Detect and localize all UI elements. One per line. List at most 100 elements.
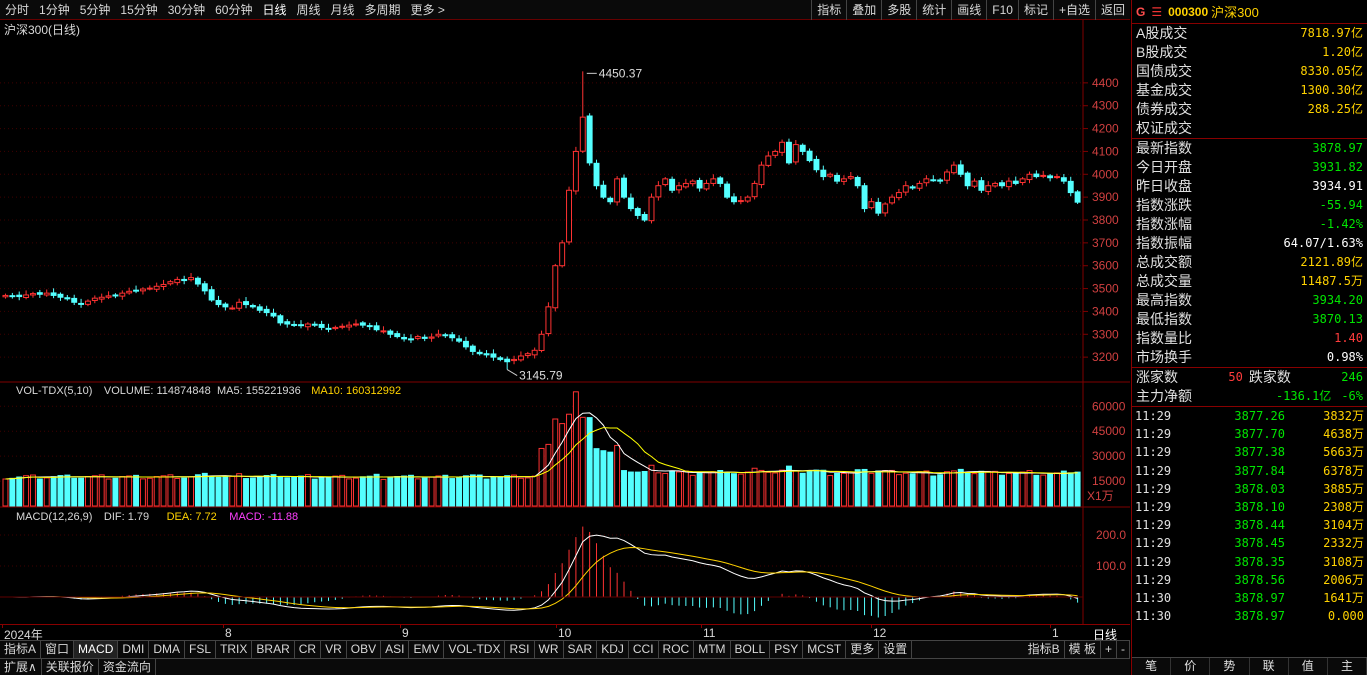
ext-tab-2[interactable]: 资金流向 xyxy=(99,659,156,675)
indicator-tab-9[interactable]: VR xyxy=(321,641,347,658)
candle-body xyxy=(944,171,950,181)
period-9[interactable]: 多周期 xyxy=(360,0,406,20)
tick-time: 11:29 xyxy=(1135,518,1172,533)
tick-row: 11:29 3877.38 5663万 xyxy=(1132,443,1367,461)
indicator-tab-2[interactable]: MACD xyxy=(74,641,119,658)
price-tick-label: 3300 xyxy=(1092,327,1119,341)
indicator-tab-11[interactable]: ASI xyxy=(381,641,410,658)
candle-body xyxy=(600,184,607,198)
candle-body xyxy=(407,338,414,341)
ext-tab-1[interactable]: 关联报价 xyxy=(42,659,99,675)
candle-body xyxy=(9,295,16,298)
indicator-tab-4[interactable]: DMA xyxy=(149,641,186,658)
indicator-tab-13[interactable]: VOL-TDX xyxy=(444,641,506,658)
side-tab-2[interactable]: 势 xyxy=(1210,658,1250,675)
candle-body xyxy=(579,116,586,152)
indicator-tab-10[interactable]: OBV xyxy=(347,641,382,658)
candle-body xyxy=(174,278,181,284)
side-tab-0[interactable]: 笔 xyxy=(1132,658,1172,675)
kline-chart-svg[interactable]: 4400 4300 4200 4100 4000 3900 3800 3700 3600 3500… xyxy=(0,20,1130,624)
tool-3[interactable]: 统计 xyxy=(916,0,951,20)
tabs-right-1[interactable]: 模 板 xyxy=(1065,641,1101,658)
tick-time: 11:29 xyxy=(1135,445,1172,460)
side-tab-5[interactable]: 主 xyxy=(1328,658,1367,675)
tabs-right-3[interactable]: - xyxy=(1117,641,1130,658)
candle-body xyxy=(531,349,538,356)
volume-bar xyxy=(882,470,889,507)
candle-body xyxy=(71,297,78,303)
indicator-tab-25[interactable]: 设置 xyxy=(879,641,913,658)
period-0[interactable]: 分时 xyxy=(0,0,34,20)
candle-body xyxy=(703,182,710,190)
menu-icon[interactable]: ☰ xyxy=(1151,5,1162,19)
indicator-tab-24[interactable]: 更多 xyxy=(846,641,880,658)
period-1[interactable]: 1分钟 xyxy=(34,0,75,20)
indicator-tab-0[interactable]: 指标A xyxy=(0,641,42,658)
period-4[interactable]: 30分钟 xyxy=(163,0,210,20)
indicator-tab-15[interactable]: WR xyxy=(535,641,564,658)
date-tick xyxy=(2,624,3,628)
period-5[interactable]: 60分钟 xyxy=(210,0,257,20)
tool-6[interactable]: 标记 xyxy=(1017,0,1053,20)
side-tab-3[interactable]: 联 xyxy=(1250,658,1289,675)
volume-bar xyxy=(243,478,249,507)
tool-2[interactable]: 多股 xyxy=(881,0,916,20)
side-tab-1[interactable]: 价 xyxy=(1171,658,1211,675)
indicator-tab-21[interactable]: BOLL xyxy=(731,641,771,658)
candle-body xyxy=(139,288,146,292)
candle-body xyxy=(201,283,208,292)
indicator-tab-5[interactable]: FSL xyxy=(185,641,217,658)
side-tab-4[interactable]: 值 xyxy=(1289,658,1328,675)
candle-body xyxy=(490,353,497,358)
indicator-tab-3[interactable]: DMI xyxy=(118,641,150,658)
candle-body xyxy=(504,358,511,363)
indicator-tab-18[interactable]: CCI xyxy=(629,641,659,658)
indicator-tab-16[interactable]: SAR xyxy=(564,641,598,658)
candle-body xyxy=(861,185,868,210)
period-8[interactable]: 月线 xyxy=(326,0,360,20)
candle-body xyxy=(373,325,380,331)
quote-row: 今日开盘 3931.82 xyxy=(1132,158,1367,177)
volume-bar xyxy=(641,471,648,507)
indicator-tab-17[interactable]: KDJ xyxy=(597,641,629,658)
tick-time: 11:29 xyxy=(1135,536,1172,551)
indicator-tab-23[interactable]: MCST xyxy=(803,641,847,658)
tick-row: 11:29 3878.35 3108万 xyxy=(1132,553,1367,571)
indicator-tab-19[interactable]: ROC xyxy=(659,641,695,658)
tool-5[interactable]: F10 xyxy=(986,0,1018,20)
period-7[interactable]: 周线 xyxy=(291,0,325,20)
volume-bar xyxy=(57,475,64,507)
period-2[interactable]: 5分钟 xyxy=(75,0,116,20)
indicator-tab-12[interactable]: EMV xyxy=(409,641,445,658)
candle-body xyxy=(29,293,36,296)
indicator-tab-7[interactable]: BRAR xyxy=(252,641,295,658)
tabs-right-2[interactable]: + xyxy=(1101,641,1117,658)
indicator-tab-20[interactable]: MTM xyxy=(694,641,731,658)
indicator-tab-6[interactable]: TRIX xyxy=(216,641,253,658)
indicator-tab-14[interactable]: RSI xyxy=(505,641,535,658)
tool-7[interactable]: +自选 xyxy=(1052,0,1095,20)
indicator-tab-1[interactable]: 窗口 xyxy=(41,641,75,658)
indicator-tab-22[interactable]: PSY xyxy=(770,641,804,658)
tick-list[interactable]: 11:29 3877.26 3832万 11:29 3877.70 4638万 11:29 3… xyxy=(1132,407,1367,625)
indicator-tab-8[interactable]: CR xyxy=(295,641,322,658)
volume-bar xyxy=(552,418,559,507)
date-tick xyxy=(400,624,401,628)
candle-body xyxy=(682,182,689,188)
candle-body xyxy=(1067,180,1074,194)
volume-bar xyxy=(181,477,188,507)
period-3[interactable]: 15分钟 xyxy=(115,0,162,20)
kline-chart-area[interactable]: 4400 4300 4200 4100 4000 3900 3800 3700 3600 3500… xyxy=(0,20,1130,624)
volume-bar xyxy=(524,477,531,507)
tabs-right-0[interactable]: 指标B xyxy=(1024,641,1065,658)
tool-1[interactable]: 叠加 xyxy=(846,0,881,20)
volume-bar xyxy=(648,464,655,507)
period-6[interactable]: 日线 xyxy=(257,0,291,20)
tool-8[interactable]: 返回 xyxy=(1094,0,1130,20)
period-10[interactable]: 更多 > xyxy=(406,0,450,20)
ext-tab-0[interactable]: 扩展∧ xyxy=(0,659,42,675)
volume-bar xyxy=(291,476,298,507)
tool-0[interactable]: 指标 xyxy=(811,0,846,20)
tool-4[interactable]: 画线 xyxy=(951,0,986,20)
tick-row: 11:30 3878.97 0.000 xyxy=(1132,607,1367,625)
